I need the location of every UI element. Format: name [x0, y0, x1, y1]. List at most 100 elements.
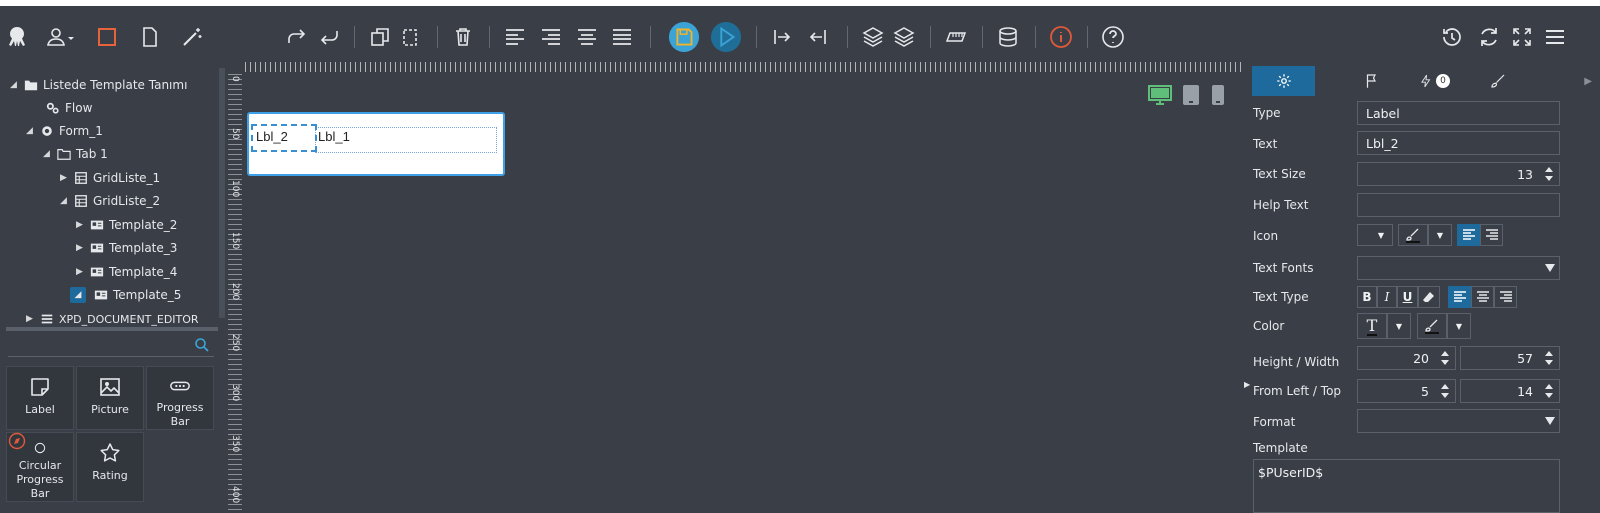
spinner-icon[interactable] — [1544, 350, 1554, 366]
clear-format-button[interactable] — [1418, 286, 1440, 308]
text-align-center-button[interactable] — [1471, 286, 1494, 308]
prop-text-field[interactable]: Lbl_2 — [1357, 131, 1560, 155]
prop-left-field[interactable]: 5 — [1357, 379, 1456, 403]
expand-icon[interactable]: ▶ — [26, 314, 38, 324]
run-icon[interactable] — [709, 20, 743, 54]
tree-item-form[interactable]: ◢ Form_1 — [26, 120, 103, 142]
copy-icon[interactable] — [365, 22, 395, 52]
tree-item-flow[interactable]: Flow — [44, 97, 92, 119]
refresh-icon[interactable] — [1474, 22, 1504, 52]
tab-settings[interactable] — [1252, 66, 1315, 96]
redo-icon[interactable] — [282, 22, 312, 52]
tablet-icon[interactable] — [1182, 84, 1200, 106]
save-icon[interactable] — [667, 20, 701, 54]
component-label[interactable]: Label — [6, 366, 74, 430]
prop-template-textarea[interactable]: $PUserID$ — [1253, 459, 1560, 513]
background-color-button[interactable] — [1417, 313, 1447, 339]
align-justify-icon[interactable] — [607, 22, 637, 52]
tab-events[interactable]: 0 — [1403, 66, 1466, 96]
square-icon[interactable] — [92, 22, 122, 52]
history-icon[interactable] — [1437, 22, 1467, 52]
help-icon[interactable] — [1098, 22, 1128, 52]
spinner-icon[interactable] — [1544, 166, 1554, 182]
tree-scrollbar[interactable] — [219, 68, 225, 318]
tree-item-gridliste-2[interactable]: ◢ GridListe_2 — [60, 190, 160, 212]
prop-height-field[interactable]: 20 — [1357, 346, 1456, 370]
icon-select[interactable]: ▼ — [1357, 224, 1393, 246]
prop-text-size-field[interactable]: 13 — [1357, 162, 1560, 186]
expand-icon[interactable]: ▶ — [60, 173, 72, 183]
prop-format-select[interactable] — [1357, 409, 1560, 433]
collapse-icon[interactable]: ◢ — [26, 126, 38, 136]
indent-left-icon[interactable] — [803, 22, 833, 52]
info-icon[interactable] — [1046, 22, 1076, 52]
tree-item-template-2[interactable]: ▶ Template_2 — [76, 214, 177, 236]
phone-icon[interactable] — [1210, 84, 1226, 106]
icon-align-right-button[interactable] — [1480, 224, 1503, 246]
design-form[interactable]: Lbl_1 Lbl_2 — [247, 112, 505, 176]
tree-item-xpd-document-editor[interactable]: ▶ XPD_DOCUMENT_EDITOR — [26, 308, 199, 328]
tab-flag[interactable] — [1340, 66, 1403, 96]
tree-item-tab[interactable]: ◢ Tab 1 — [43, 143, 108, 165]
align-right-icon[interactable] — [536, 22, 566, 52]
bold-button[interactable]: B — [1357, 286, 1377, 308]
indent-right-icon[interactable] — [767, 22, 797, 52]
tabs-scroll-right-icon[interactable]: ▶ — [1529, 66, 1600, 96]
prop-text-fonts-select[interactable] — [1357, 256, 1560, 280]
collapse-icon[interactable]: ◢ — [60, 196, 72, 206]
align-left-icon[interactable] — [500, 22, 530, 52]
tree-item-template-5[interactable]: ◢ Template_5 — [70, 284, 181, 306]
desktop-icon[interactable] — [1148, 84, 1172, 106]
file-icon[interactable] — [135, 22, 165, 52]
spinner-icon[interactable] — [1440, 350, 1450, 366]
collapse-icon[interactable]: ◢ — [10, 80, 22, 90]
menu-icon[interactable] — [1540, 22, 1570, 52]
component-rating[interactable]: Rating — [76, 432, 144, 502]
italic-button[interactable]: I — [1377, 286, 1397, 308]
component-search-input[interactable] — [8, 333, 188, 355]
icon-align-left-button[interactable] — [1457, 224, 1480, 246]
expand-icon[interactable]: ▶ — [76, 220, 88, 230]
prop-help-text-field[interactable] — [1357, 193, 1560, 217]
layers-down-icon[interactable] — [889, 22, 919, 52]
magic-wand-icon[interactable] — [177, 22, 207, 52]
paste-icon[interactable] — [395, 22, 425, 52]
tab-style[interactable] — [1466, 66, 1529, 96]
prop-width-field[interactable]: 57 — [1460, 346, 1560, 370]
spinner-icon[interactable] — [1544, 383, 1554, 399]
component-picture[interactable]: Picture — [76, 366, 144, 430]
align-center-icon[interactable] — [572, 22, 602, 52]
expand-icon[interactable]: ▶ — [76, 243, 88, 253]
text-color-button[interactable]: T — [1357, 313, 1387, 339]
ruler-icon[interactable] — [941, 22, 971, 52]
tree-item-gridliste-1[interactable]: ▶ GridListe_1 — [60, 167, 160, 189]
database-icon[interactable] — [993, 22, 1023, 52]
collapse-icon[interactable]: ◢ — [70, 287, 86, 303]
background-color-dropdown[interactable]: ▼ — [1447, 313, 1471, 339]
tree-root[interactable]: ◢ Listede Template Tanımı — [10, 74, 187, 96]
text-color-dropdown[interactable]: ▼ — [1387, 313, 1411, 339]
undo-icon[interactable] — [314, 22, 344, 52]
tree-item-template-3[interactable]: ▶ Template_3 — [76, 237, 177, 259]
octopus-logo-icon[interactable] — [2, 22, 32, 52]
icon-color-dropdown[interactable]: ▼ — [1428, 224, 1452, 246]
label-lbl-2-selected[interactable]: Lbl_2 — [251, 124, 317, 152]
collapse-icon[interactable]: ◢ — [43, 149, 55, 159]
text-align-left-button[interactable] — [1448, 286, 1471, 308]
underline-button[interactable]: U — [1397, 286, 1418, 308]
panel-splitter[interactable] — [6, 327, 218, 331]
fullscreen-icon[interactable] — [1507, 22, 1537, 52]
user-menu-icon[interactable] — [42, 22, 80, 52]
search-icon[interactable] — [194, 337, 210, 353]
expand-icon[interactable]: ▶ — [76, 267, 88, 277]
icon-color-button[interactable] — [1398, 224, 1428, 246]
spinner-icon[interactable] — [1440, 383, 1450, 399]
component-search[interactable] — [8, 333, 214, 357]
label-lbl-1[interactable]: Lbl_1 — [315, 127, 497, 153]
text-align-right-button[interactable] — [1494, 286, 1517, 308]
delete-icon[interactable] — [448, 22, 478, 52]
prop-type-field[interactable]: Label — [1357, 101, 1560, 125]
tree-item-template-4[interactable]: ▶ Template_4 — [76, 261, 177, 283]
layers-up-icon[interactable] — [858, 22, 888, 52]
prop-top-field[interactable]: 14 — [1460, 379, 1560, 403]
